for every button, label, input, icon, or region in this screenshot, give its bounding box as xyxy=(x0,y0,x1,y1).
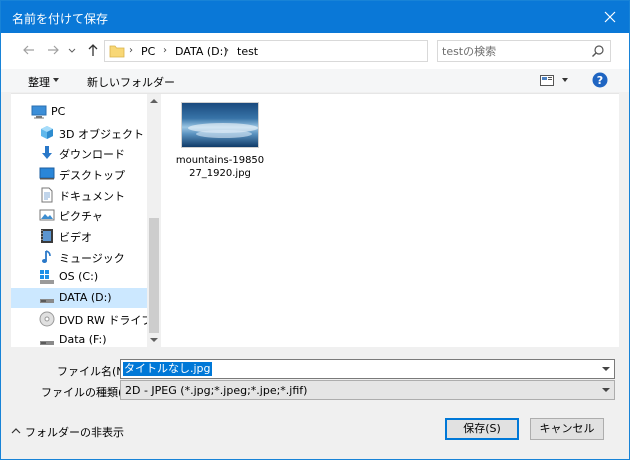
up-arrow-icon xyxy=(88,44,98,56)
nav-item-pictures[interactable]: ピクチャ xyxy=(11,205,147,225)
nav-item-os-c[interactable]: OS (C:) xyxy=(11,267,147,287)
video-icon xyxy=(41,229,53,243)
close-button[interactable] xyxy=(597,5,623,29)
recent-locations-button[interactable] xyxy=(67,42,77,60)
file-name: mountains-19850 27_1920.jpg xyxy=(175,155,265,179)
search-icon xyxy=(592,45,604,57)
scroll-down-arrow-icon[interactable] xyxy=(150,338,158,342)
help-button[interactable]: ? xyxy=(592,72,608,88)
view-icon xyxy=(540,75,554,86)
breadcrumb-separator: › xyxy=(225,45,229,56)
cancel-button[interactable]: キャンセル xyxy=(530,418,604,440)
forward-arrow-icon xyxy=(48,45,59,55)
navigation-pane: PC 3D オブジェクト ダウンロード デスクトップ ドキュメント ピクチャ ビ… xyxy=(11,94,159,347)
search-box[interactable] xyxy=(437,40,611,62)
close-icon xyxy=(604,11,616,23)
filetype-select[interactable]: 2D - JPEG (*.jpg;*.jpeg;*.jpe;*.jfif) xyxy=(120,380,615,400)
save-button[interactable]: 保存(S) xyxy=(445,418,519,440)
scrollbar-thumb[interactable] xyxy=(149,218,159,333)
image-thumbnail xyxy=(181,102,259,148)
title-bar[interactable]: 名前を付けて保存 xyxy=(1,1,629,33)
breadcrumb-test[interactable]: test xyxy=(237,45,258,58)
breadcrumb-separator: › xyxy=(163,45,167,56)
main-panes: PC 3D オブジェクト ダウンロード デスクトップ ドキュメント ピクチャ ビ… xyxy=(11,93,619,347)
nav-item-desktop[interactable]: デスクトップ xyxy=(11,164,147,184)
desktop-icon xyxy=(39,167,55,180)
view-options-button[interactable] xyxy=(540,74,570,88)
hide-folders-label: フォルダーの非表示 xyxy=(25,426,124,439)
address-row: › PC › DATA (D:) › test xyxy=(1,33,629,69)
dialog-title: 名前を付けて保存 xyxy=(12,12,109,26)
download-icon xyxy=(42,146,52,159)
address-bar[interactable]: › PC › DATA (D:) › test xyxy=(104,40,526,62)
nav-item-pc[interactable]: PC xyxy=(11,102,147,122)
filename-field[interactable]: タイトルなし.jpg xyxy=(120,359,615,379)
filename-value[interactable]: タイトルなし.jpg xyxy=(123,362,212,376)
chevron-down-icon[interactable] xyxy=(602,367,610,371)
chevron-down-icon xyxy=(53,78,59,82)
breadcrumb-separator: › xyxy=(129,45,133,56)
document-icon xyxy=(41,187,53,203)
chevron-down-icon xyxy=(562,78,568,82)
filetype-row: ファイルの種類(T): 2D - JPEG (*.jpg;*.jpeg;*.jp… xyxy=(1,380,629,402)
music-icon xyxy=(42,250,51,263)
chevron-down-icon xyxy=(68,48,76,53)
help-icon: ? xyxy=(592,72,608,88)
filename-row: ファイル名(N): タイトルなし.jpg xyxy=(1,359,629,381)
nav-item-documents[interactable]: ドキュメント xyxy=(11,185,147,205)
picture-icon xyxy=(39,209,55,221)
forward-button[interactable] xyxy=(45,42,63,60)
nav-item-music[interactable]: ミュージック xyxy=(11,247,147,267)
navigation-scrollbar[interactable] xyxy=(147,94,161,347)
nav-item-3d-objects[interactable]: 3D オブジェクト xyxy=(11,123,147,143)
scroll-up-arrow-icon[interactable] xyxy=(150,99,158,103)
cube-icon xyxy=(41,126,53,139)
disc-icon xyxy=(39,311,55,327)
nav-item-data-f[interactable]: Data (F:) xyxy=(11,330,147,347)
nav-item-videos[interactable]: ビデオ xyxy=(11,226,147,246)
computer-icon xyxy=(31,105,47,119)
breadcrumb-pc[interactable]: PC xyxy=(141,45,155,58)
nav-item-dvd-e[interactable]: DVD RW ドライブ (E:) xyxy=(11,309,159,329)
drive-icon xyxy=(40,341,54,345)
drive-icon xyxy=(40,299,54,303)
new-folder-button[interactable]: 新しいフォルダー xyxy=(87,74,175,90)
nav-item-data-d[interactable]: DATA (D:) xyxy=(11,288,147,308)
search-input[interactable] xyxy=(442,43,582,59)
command-bar: 整理 新しいフォルダー ? xyxy=(1,69,629,93)
chevron-up-icon xyxy=(11,428,21,434)
file-item[interactable]: mountains-19850 27_1920.jpg xyxy=(176,102,265,182)
nav-item-downloads[interactable]: ダウンロード xyxy=(11,143,147,163)
save-as-dialog: 名前を付けて保存 › PC › DATA (D:) › test testの検索… xyxy=(0,0,630,460)
filetype-value: 2D - JPEG (*.jpg;*.jpeg;*.jpe;*.jfif) xyxy=(125,384,308,397)
back-arrow-icon xyxy=(23,45,34,55)
organize-button[interactable]: 整理 xyxy=(28,74,50,90)
chevron-down-icon[interactable] xyxy=(602,388,610,392)
back-button[interactable] xyxy=(21,42,39,60)
folder-icon xyxy=(109,45,125,58)
up-button[interactable] xyxy=(85,42,103,60)
file-list-pane[interactable]: mountains-19850 27_1920.jpg xyxy=(161,94,619,347)
svg-text:?: ? xyxy=(597,74,603,87)
breadcrumb-data-d[interactable]: DATA (D:) xyxy=(175,45,228,58)
windows-drive-icon xyxy=(40,270,54,284)
